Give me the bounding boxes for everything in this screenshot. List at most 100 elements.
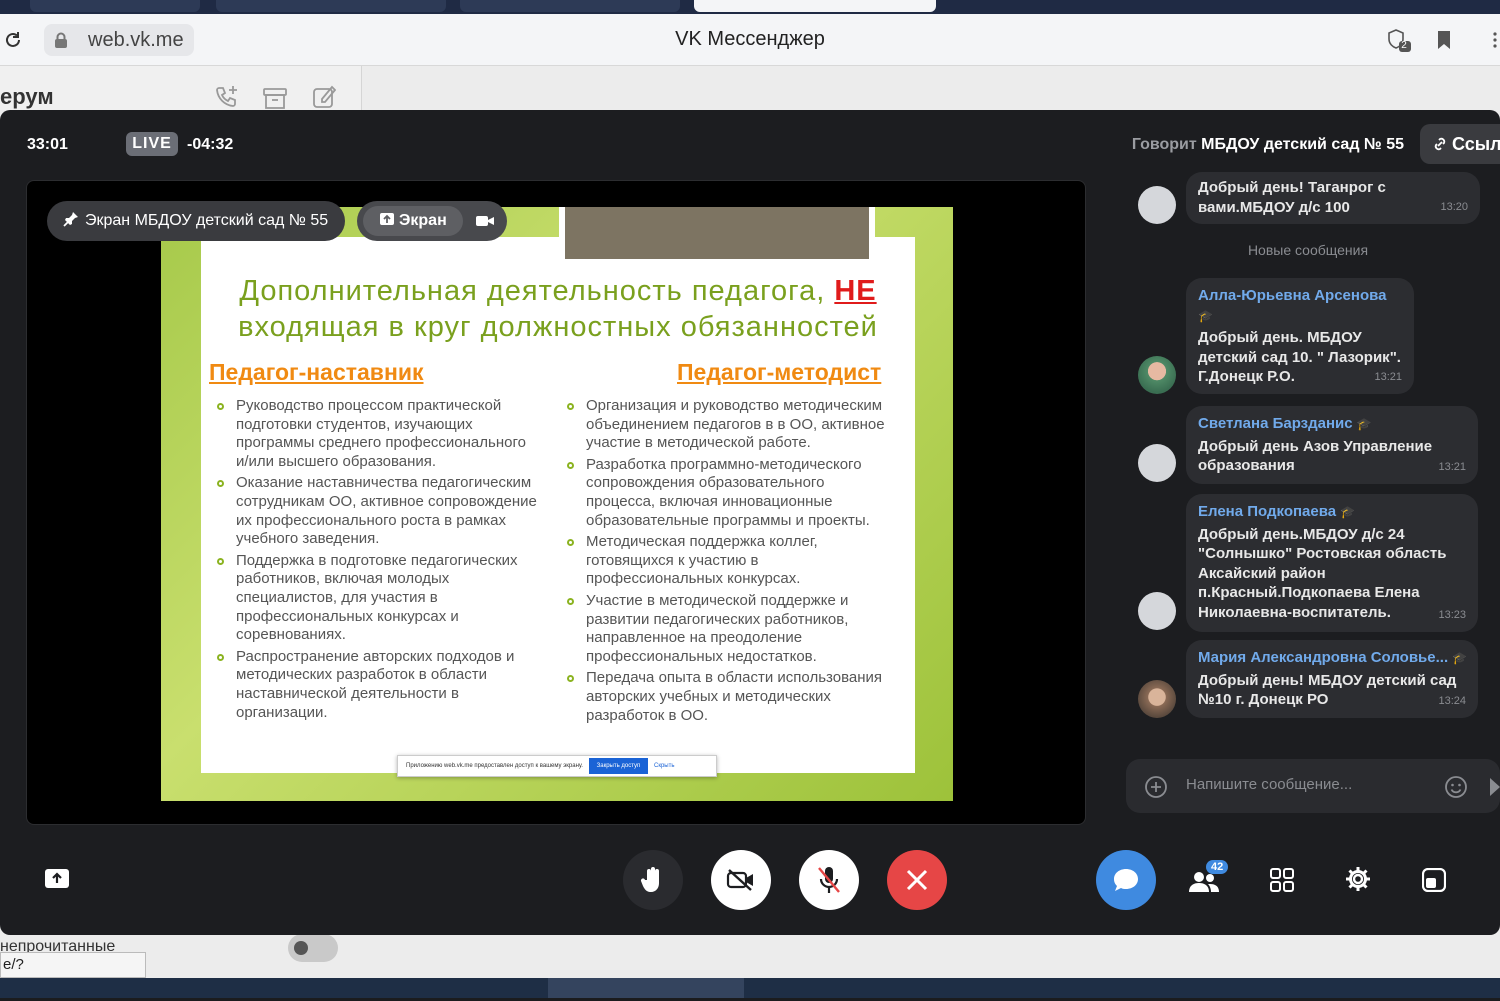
teacher-badge-icon: 🎓: [1198, 308, 1213, 323]
live-offset: -04:32: [187, 136, 234, 153]
screen-share-notice: Приложению web.vk.me предоставлен доступ…: [397, 755, 717, 777]
chat-message: Алла-Юрьевна Арсенова 🎓 Добрый день. МБД…: [1186, 278, 1414, 394]
emoji-icon[interactable]: [1444, 775, 1468, 799]
send-icon[interactable]: [1488, 775, 1500, 799]
unread-toggle[interactable]: [288, 934, 338, 962]
os-taskbar: [0, 978, 1500, 998]
screen-share-icon: [380, 213, 394, 225]
toggle-camera-button[interactable]: [711, 850, 771, 910]
status-url: e/?rp=peer839365355: [0, 952, 146, 997]
browser-tab[interactable]: [216, 0, 446, 12]
raise-hand-button[interactable]: [623, 850, 683, 910]
mic-off-icon: [818, 867, 840, 893]
screen-toggle-group: Экран: [357, 201, 507, 241]
bullet-icon: [567, 539, 574, 547]
message-author[interactable]: Алла-Юрьевна Арсенова 🎓: [1198, 286, 1402, 326]
taskbar-active-app[interactable]: [548, 978, 744, 998]
bullet-text: Участие в методической поддержке и разви…: [586, 591, 849, 665]
camera-off-icon: [726, 869, 753, 891]
left-column-heading: Педагог-наставник: [209, 359, 424, 385]
browser-tab[interactable]: [30, 0, 200, 12]
chat-toggle-button[interactable]: [1096, 850, 1156, 910]
live-badge: LIVE: [126, 132, 178, 156]
message-text: Добрый день.МБДОУ д/с 24 "Солнышко" Рост…: [1198, 525, 1447, 621]
chat-message: Добрый день! Таганрог с вами.МБДОУ д/с 1…: [1186, 172, 1480, 224]
conversation-header: ерум: [0, 66, 362, 110]
slide-bullet-item: Разработка программно-методического сопр…: [567, 456, 887, 530]
menu-dots-icon[interactable]: [1490, 30, 1500, 50]
avatar: [1138, 356, 1176, 394]
message-author[interactable]: Елена Подкопаева 🎓: [1198, 502, 1466, 523]
right-column-list: Организация и руководство методическим о…: [567, 397, 887, 728]
copy-link-button[interactable]: Ссыл: [1420, 124, 1500, 164]
slide-title-line1: Дополнительная деятельность педагога, НЕ: [201, 275, 915, 308]
speaker-name: МБДОУ детский сад № 55: [1201, 136, 1404, 153]
bullet-icon: [217, 653, 224, 661]
share-screen-icon[interactable]: [44, 868, 70, 890]
minimize-window-icon[interactable]: [1422, 868, 1446, 892]
bullet-text: Организация и руководство методическим о…: [586, 397, 885, 452]
slide-title-not: НЕ: [834, 275, 877, 307]
chat-message: Мария Александровна Соловье... 🎓 Добрый …: [1186, 640, 1478, 718]
link-icon: [1434, 137, 1446, 151]
avatar: [1138, 444, 1176, 482]
archive-icon[interactable]: [262, 86, 288, 110]
toggle-mic-button[interactable]: [799, 850, 859, 910]
stop-sharing-button[interactable]: Закрыть доступ: [588, 758, 649, 774]
camera-toggle-icon[interactable]: [475, 213, 495, 229]
message-author[interactable]: Мария Александровна Соловье... 🎓: [1198, 648, 1466, 669]
bullet-icon: [567, 675, 574, 683]
slide-bullet-item: Оказание наставничества педагогическим с…: [217, 474, 541, 548]
hide-notice-button[interactable]: Скрыть: [654, 763, 674, 769]
close-icon: [906, 869, 928, 891]
browser-tab-active[interactable]: [694, 0, 936, 12]
active-speaker: Говорит МБДОУ детский сад № 55: [1132, 136, 1404, 154]
pinned-screen-pill[interactable]: Экран МБДОУ детский сад № 55: [47, 201, 345, 241]
teacher-badge-icon: 🎓: [1356, 417, 1372, 431]
pinned-screen-label: Экран МБДОУ детский сад № 55: [85, 212, 329, 229]
pin-icon: [63, 212, 78, 227]
slide-title-line2: входящая в круг должностных обязанностей: [238, 311, 878, 343]
chat-bubble-icon: [1114, 869, 1138, 891]
message-text: Добрый день. МБДОУ детский сад 10. " Лаз…: [1198, 329, 1401, 386]
end-call-button[interactable]: [887, 850, 947, 910]
message-text: Добрый день! Таганрог с вами.МБДОУ д/с 1…: [1198, 179, 1386, 216]
bullet-icon: [217, 480, 224, 488]
teacher-badge-icon: 🎓: [1340, 505, 1356, 519]
chat-panel: Добрый день! Таганрог с вами.МБДОУ д/с 1…: [1116, 172, 1500, 825]
bullet-text: Оказание наставничества педагогическим с…: [236, 474, 537, 548]
attach-plus-icon[interactable]: [1144, 775, 1168, 799]
compose-icon[interactable]: [312, 84, 336, 110]
share-notice-text: Приложению web.vk.me предоставлен доступ…: [406, 763, 583, 769]
add-call-icon[interactable]: [214, 84, 240, 110]
grid-layout-icon[interactable]: [1270, 868, 1294, 892]
new-messages-divider: Новые сообщения: [1247, 242, 1369, 258]
slide-bullet-item: Организация и руководство методическим о…: [567, 397, 887, 453]
bullet-icon: [567, 461, 574, 469]
teacher-badge-icon: 🎓: [1452, 651, 1466, 665]
slide-bullet-item: Поддержка в подготовке педагогических ра…: [217, 552, 541, 645]
message-time: 13:21: [1438, 461, 1466, 474]
right-column-heading: Педагог-методист: [677, 359, 882, 385]
bullet-text: Методическая поддержка коллег, готовящих…: [586, 533, 818, 588]
speaker-prefix: Говорит: [1131, 136, 1197, 153]
message-author[interactable]: Светлана Барзданис 🎓: [1198, 414, 1466, 435]
message-input-box[interactable]: Напишите сообщение...: [1126, 759, 1500, 813]
browser-tab[interactable]: [460, 0, 680, 12]
message-text: Добрый день! МБДОУ детский сад №10 г. До…: [1198, 671, 1457, 709]
bullet-text: Поддержка в подготовке педагогических ра…: [236, 551, 518, 644]
settings-gear-icon[interactable]: [1345, 866, 1371, 892]
participants-button[interactable]: 42: [1188, 860, 1229, 896]
copy-link-label: Ссыл: [1452, 134, 1500, 154]
bookmark-icon[interactable]: [1436, 30, 1452, 50]
bullet-icon: [567, 403, 574, 410]
screen-share-stage: Дополнительная деятельность педагога, НЕ…: [26, 180, 1086, 825]
bullet-text: Руководство процессом практической подго…: [236, 397, 526, 470]
screen-toggle-button[interactable]: Экран: [363, 206, 463, 236]
message-time: 13:23: [1438, 609, 1466, 622]
message-text: Добрый день Азов Управление образования: [1198, 437, 1433, 475]
message-time: 13:21: [1374, 371, 1402, 384]
tabs-badge-count: 2: [1401, 40, 1407, 51]
slide-title-text: Дополнительная деятельность педагога,: [239, 275, 826, 307]
bullet-icon: [217, 403, 224, 410]
